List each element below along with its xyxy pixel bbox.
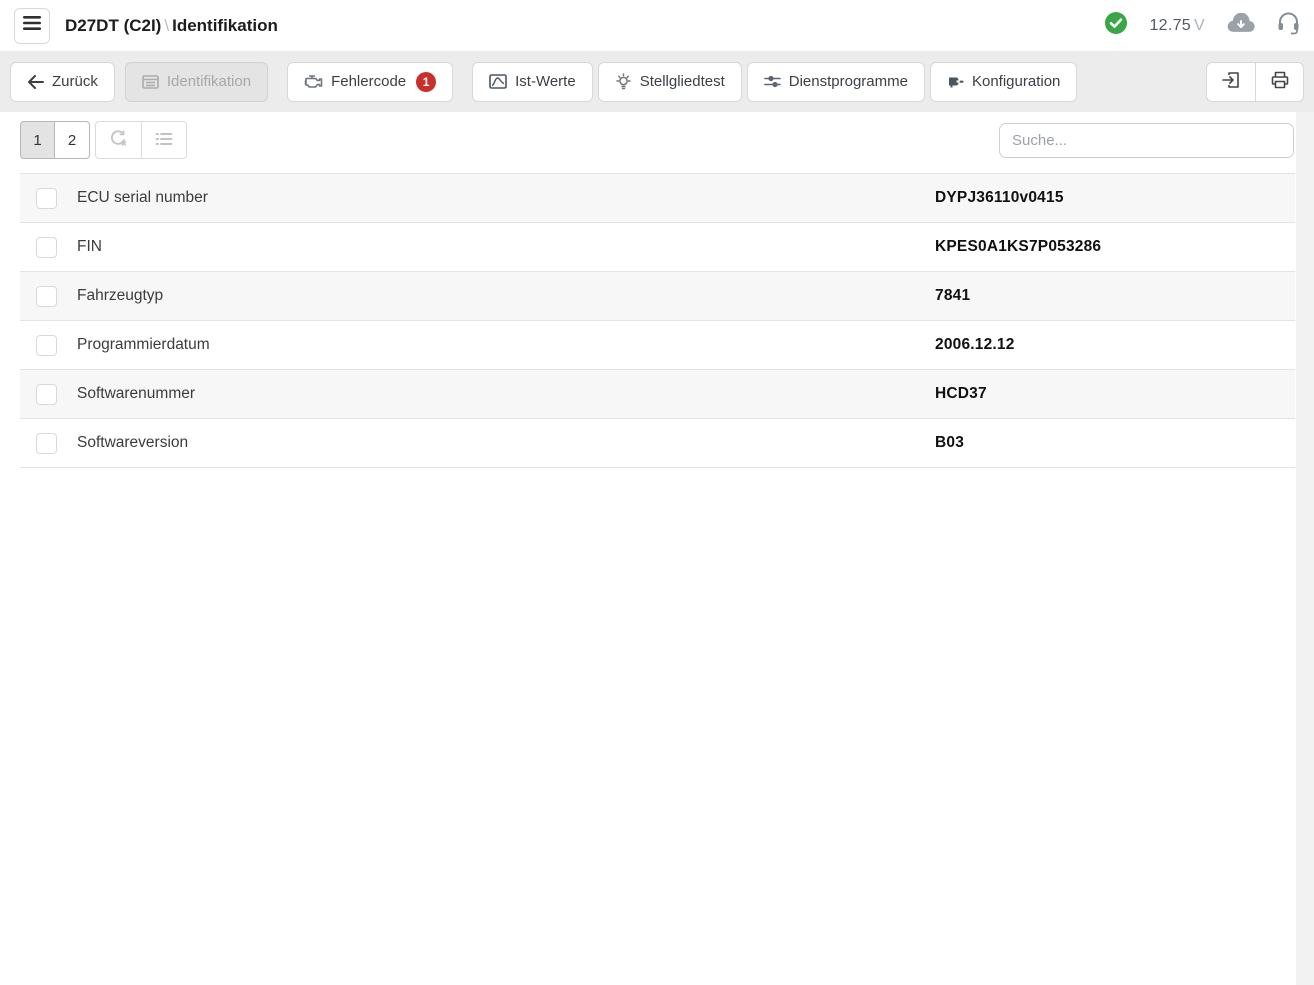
row-label: Fahrzeugtyp [77, 287, 163, 305]
cloud-download-icon[interactable] [1227, 13, 1255, 38]
row-value: DYPJ36110v0415 [935, 189, 1064, 207]
refresh-clear-button[interactable] [95, 121, 141, 159]
row-value: B03 [935, 434, 964, 452]
back-button-label: Zurück [52, 73, 98, 90]
row-checkbox[interactable] [36, 335, 57, 356]
tab-label: Fehlercode [331, 73, 406, 90]
sliders-icon [764, 74, 781, 89]
arrow-left-icon [27, 75, 44, 89]
search-input[interactable] [999, 123, 1294, 158]
function-toolbar: Zurück Identifikation Fehlercode 1 Is [0, 51, 1314, 112]
table-icon [142, 75, 159, 89]
row-value: HCD37 [935, 385, 987, 403]
pagination: 1 2 [20, 121, 90, 159]
row-value: 7841 [935, 287, 970, 305]
table-row[interactable]: Programmierdatum 2006.12.12 [20, 321, 1295, 370]
tab-stellgliedtest[interactable]: Stellgliedtest [598, 62, 742, 102]
printer-icon [1271, 71, 1289, 92]
tab-label: Stellgliedtest [640, 73, 725, 90]
hamburger-icon [23, 16, 41, 35]
breadcrumb-device: D27DT (C2I) [65, 16, 161, 35]
plug-icon [947, 74, 964, 89]
tab-label: Ist-Werte [515, 73, 576, 90]
connection-status-icon [1105, 12, 1127, 39]
export-report-button[interactable] [1206, 62, 1255, 102]
export-icon [1222, 71, 1240, 92]
row-checkbox[interactable] [36, 433, 57, 454]
headset-icon[interactable] [1277, 11, 1300, 40]
tab-ist-werte[interactable]: Ist-Werte [472, 62, 593, 102]
scrollbar-track[interactable] [1296, 112, 1314, 985]
fault-count-badge: 1 [416, 72, 436, 92]
tab-label: Dienstprogramme [789, 73, 908, 90]
tab-label: Identifikation [167, 73, 251, 90]
voltage-unit: V [1194, 17, 1205, 34]
bulb-icon [615, 73, 632, 90]
row-checkbox[interactable] [36, 188, 57, 209]
page-button-2[interactable]: 2 [55, 121, 90, 159]
row-value: KPES0A1KS7P053286 [935, 238, 1101, 256]
list-view-button[interactable] [141, 121, 187, 159]
table-row[interactable]: FIN KPES0A1KS7P053286 [20, 223, 1295, 272]
row-checkbox[interactable] [36, 384, 57, 405]
list-icon [155, 132, 173, 149]
back-button[interactable]: Zurück [10, 62, 115, 102]
row-label: ECU serial number [77, 189, 208, 207]
print-button[interactable] [1255, 62, 1304, 102]
list-action-group [95, 121, 187, 159]
row-label: Softwarenummer [77, 385, 195, 403]
voltage-value: 12.75 [1149, 17, 1191, 34]
engine-icon [304, 74, 323, 89]
row-label: FIN [77, 238, 102, 256]
tab-label: Konfiguration [972, 73, 1060, 90]
tab-dienstprogramme[interactable]: Dienstprogramme [747, 62, 925, 102]
row-label: Softwareversion [77, 434, 188, 452]
tab-fehlercode[interactable]: Fehlercode 1 [287, 62, 453, 102]
row-checkbox[interactable] [36, 286, 57, 307]
table-row[interactable]: Fahrzeugtyp 7841 [20, 272, 1295, 321]
breadcrumb: D27DT (C2I)\Identifikation [65, 16, 278, 36]
refresh-x-icon [109, 130, 128, 150]
chart-icon [489, 74, 507, 89]
row-label: Programmierdatum [77, 336, 210, 354]
page-button-1[interactable]: 1 [20, 121, 55, 159]
breadcrumb-page: Identifikation [172, 16, 278, 35]
table-row[interactable]: Softwareversion B03 [20, 419, 1295, 468]
hamburger-menu-button[interactable] [14, 8, 50, 44]
tab-identifikation: Identifikation [125, 62, 268, 102]
table-row[interactable]: ECU serial number DYPJ36110v0415 [20, 174, 1295, 223]
list-controls-bar: 1 2 [0, 112, 1314, 168]
identification-table: ECU serial number DYPJ36110v0415 FIN KPE… [20, 173, 1295, 468]
row-checkbox[interactable] [36, 237, 57, 258]
tab-konfiguration[interactable]: Konfiguration [930, 62, 1077, 102]
toolbar-right-group [1206, 62, 1304, 102]
top-bar: D27DT (C2I)\Identifikation 12.75V [0, 0, 1314, 51]
breadcrumb-separator: \ [161, 16, 172, 35]
row-value: 2006.12.12 [935, 336, 1015, 354]
battery-voltage: 12.75V [1149, 17, 1205, 35]
table-row[interactable]: Softwarenummer HCD37 [20, 370, 1295, 419]
